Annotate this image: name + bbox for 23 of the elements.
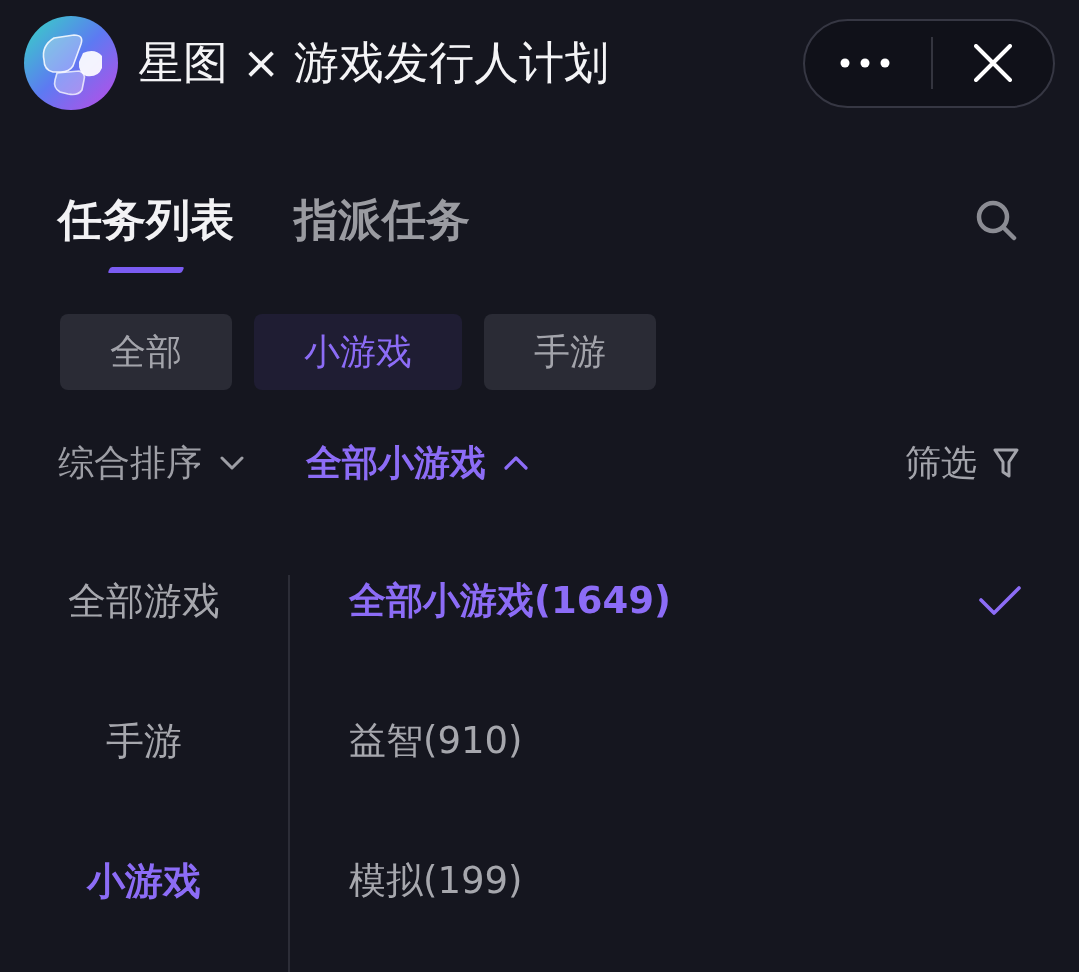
category-chip[interactable]: 小游戏 [254, 314, 462, 390]
option-item[interactable]: 益智(910) [349, 715, 523, 767]
filter-icon [993, 448, 1019, 478]
window-title: 星图 × 游戏发行人计划 [138, 35, 610, 91]
category-chip[interactable]: 全部 [60, 314, 232, 390]
search-icon[interactable] [975, 199, 1017, 241]
option-item[interactable]: 全部小游戏(1649) [349, 575, 671, 627]
category-item[interactable]: 手游 [106, 715, 182, 767]
tab[interactable]: 指派任务 [294, 196, 470, 244]
category-item[interactable]: 小游戏 [87, 855, 201, 907]
tab[interactable]: 任务列表 [58, 196, 234, 273]
category-item[interactable]: 全部游戏 [68, 575, 220, 627]
dropdown-button[interactable]: 综合排序 [58, 438, 244, 488]
category-chip[interactable]: 手游 [484, 314, 656, 390]
dropdown-button[interactable]: 全部小游戏 [306, 438, 528, 488]
chevron-up-icon [504, 456, 528, 470]
more-icon[interactable] [840, 58, 890, 68]
close-icon[interactable] [974, 44, 1012, 82]
chevron-down-icon [220, 456, 244, 470]
check-icon [979, 586, 1021, 616]
option-item[interactable]: 模拟(199) [349, 855, 523, 907]
filter-button[interactable]: 筛选 [905, 438, 1019, 488]
logo-icon [24, 16, 118, 110]
